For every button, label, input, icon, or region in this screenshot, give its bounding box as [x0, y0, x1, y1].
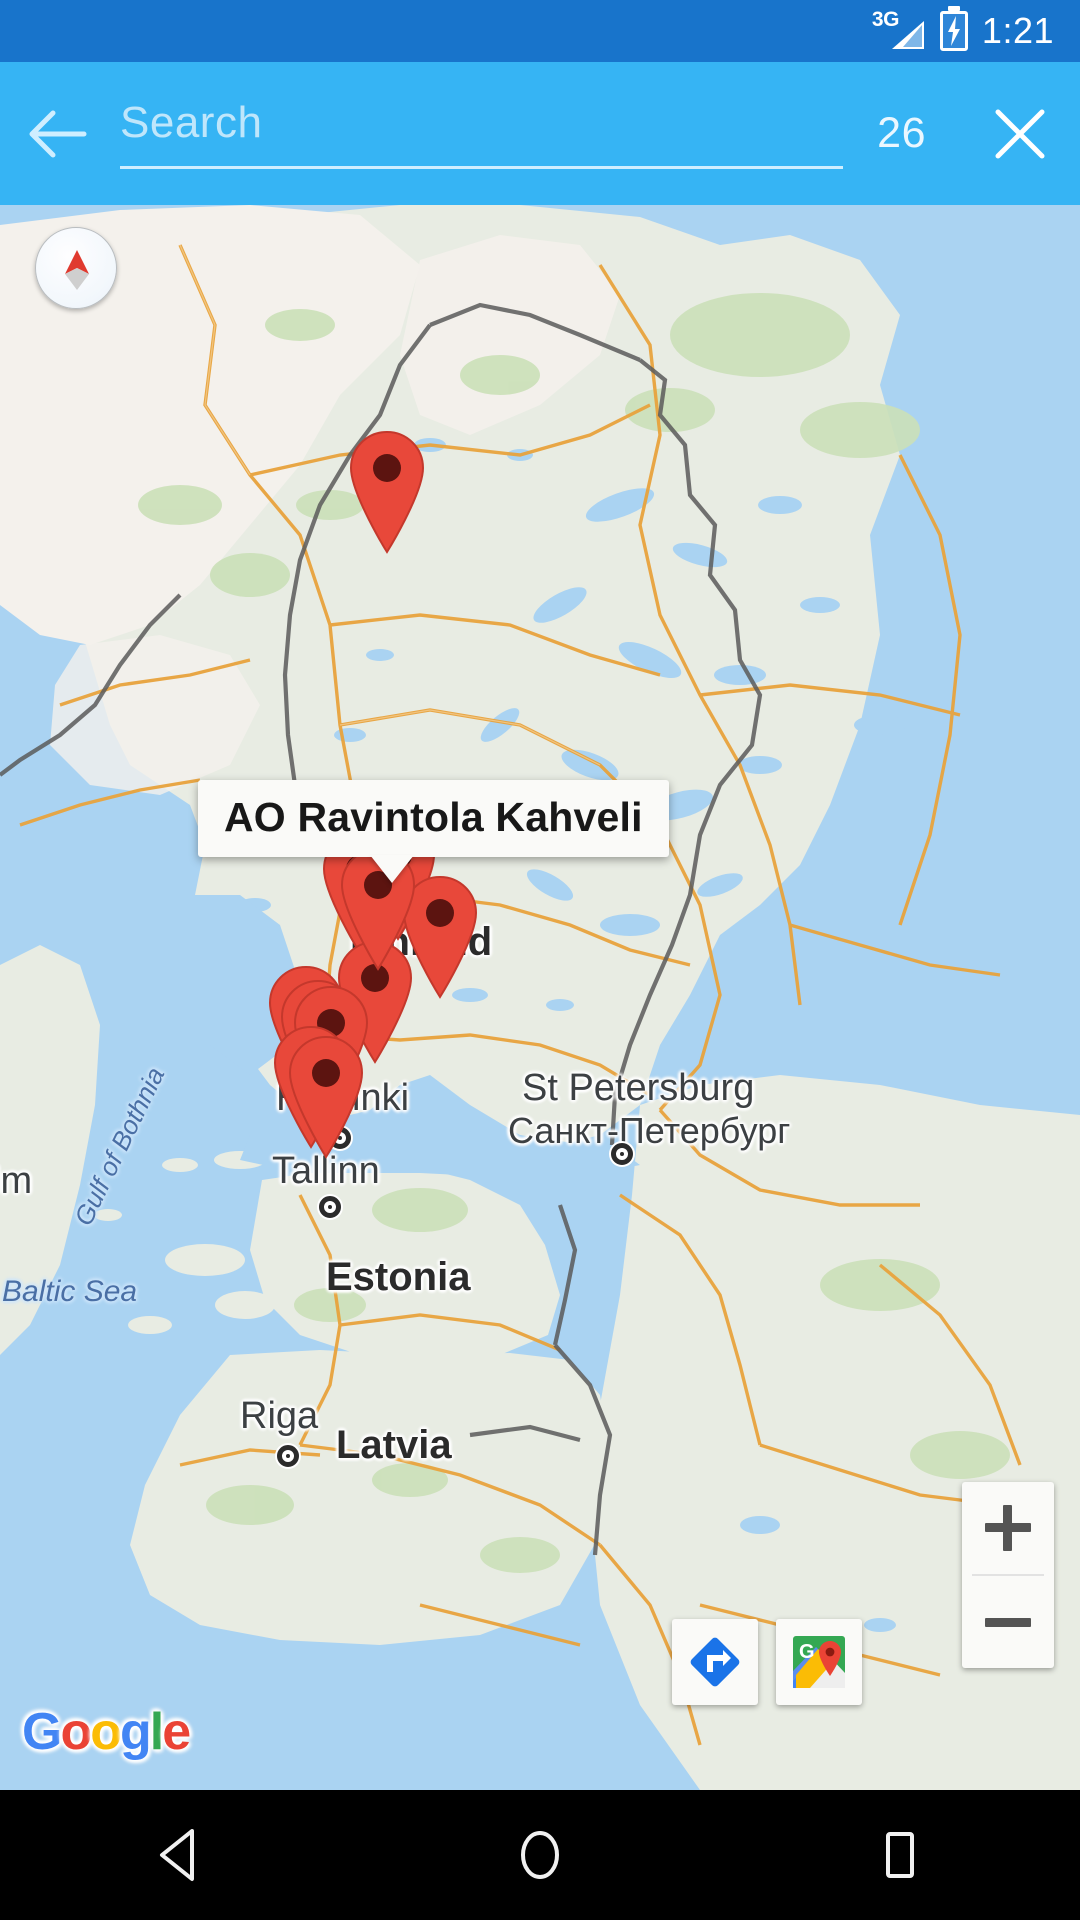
nav-home-circle-icon	[521, 1831, 559, 1879]
google-logo-o1: o	[60, 1703, 92, 1761]
st-petersburg-dot	[611, 1143, 633, 1165]
google-logo-e: e	[162, 1703, 191, 1761]
google-attribution: Google	[22, 1702, 191, 1762]
plus-icon	[985, 1505, 1031, 1551]
open-in-google-maps-button[interactable]: G	[776, 1619, 862, 1705]
result-count-label: 26	[877, 109, 926, 157]
back-arrow-icon	[29, 110, 87, 157]
zoom-in-button[interactable]	[962, 1482, 1054, 1574]
tallinn-dot	[319, 1196, 341, 1218]
nav-back-button[interactable]	[90, 1790, 270, 1920]
google-logo-g2: g	[119, 1703, 152, 1761]
directions-arrow-icon	[690, 1637, 740, 1687]
nav-recents-square-icon	[886, 1832, 914, 1878]
google-logo-o2: o	[90, 1703, 122, 1761]
info-window-tail	[370, 855, 414, 883]
minus-icon	[985, 1617, 1031, 1627]
nav-recents-button[interactable]	[810, 1790, 990, 1920]
nav-home-button[interactable]	[450, 1790, 630, 1920]
google-maps-icon: G	[793, 1636, 845, 1688]
back-button[interactable]	[0, 62, 120, 205]
google-logo-g1: G	[22, 1703, 62, 1761]
map-canvas[interactable]: Finland Helsinki St Petersburg Санкт-Пет…	[0, 205, 1080, 1790]
directions-button[interactable]	[672, 1619, 758, 1705]
marker-helsinki-b[interactable]	[278, 1033, 374, 1161]
marker-north[interactable]	[339, 428, 435, 556]
search-field-wrapper	[120, 62, 844, 205]
riga-dot	[277, 1445, 299, 1467]
app-root: 3G 1:21 26	[0, 0, 1080, 1920]
battery-charging-icon	[939, 6, 968, 51]
close-x-icon	[995, 109, 1045, 158]
status-bar: 3G 1:21	[0, 0, 1080, 62]
compass-needle-icon	[65, 250, 89, 290]
search-bar: 26	[0, 62, 1080, 205]
svg-text:G: G	[799, 1641, 815, 1663]
signal-triangle-icon: 3G	[872, 8, 926, 52]
google-logo-l: l	[149, 1703, 165, 1761]
close-button[interactable]	[960, 62, 1080, 205]
map-tiles	[0, 205, 1080, 1790]
info-window-title: AO Ravintola Kahveli	[224, 794, 643, 840]
search-input[interactable]	[120, 98, 844, 169]
zoom-out-button[interactable]	[962, 1576, 1054, 1668]
zoom-controls	[962, 1482, 1054, 1668]
marker-info-window[interactable]: AO Ravintola Kahveli	[198, 780, 669, 883]
android-navigation-bar	[0, 1790, 1080, 1920]
nav-back-triangle-icon	[160, 1829, 194, 1881]
compass-button[interactable]	[35, 227, 117, 309]
status-clock: 1:21	[981, 10, 1054, 51]
